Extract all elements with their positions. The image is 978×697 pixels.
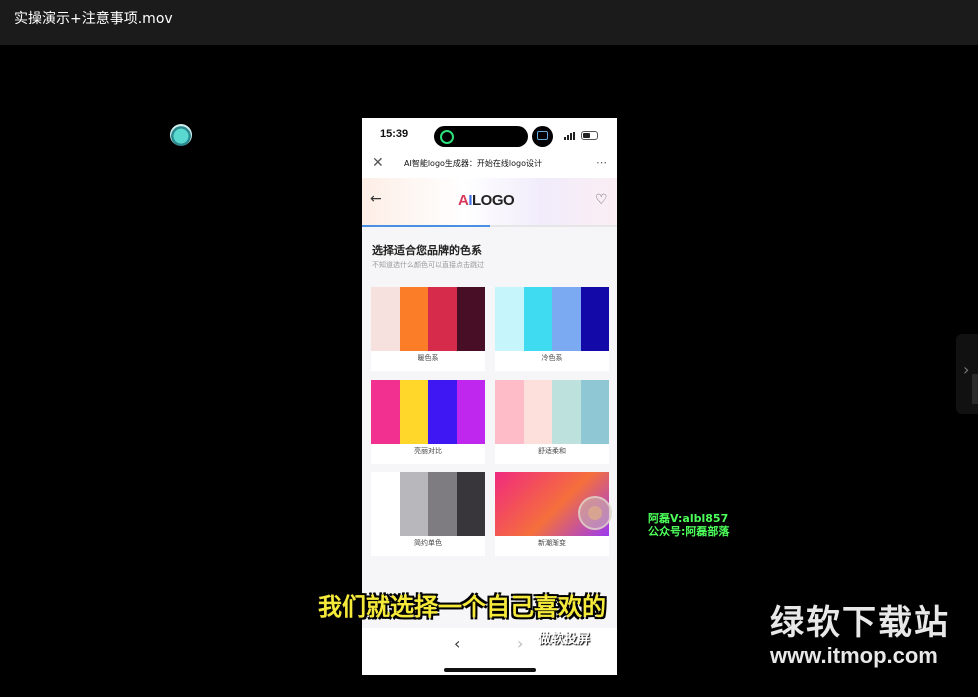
color-swatch (399, 472, 428, 536)
color-swatch (552, 380, 581, 444)
side-panel-toggle[interactable]: › (956, 334, 978, 414)
home-indicator (444, 668, 536, 672)
touch-indicator (578, 496, 612, 530)
section-title: 选择适合您品牌的色系 (372, 244, 482, 257)
player-titlebar: 实操演示+注意事项.mov (0, 0, 978, 45)
color-swatch (371, 472, 400, 536)
page-title: AI智能logo生成器：开始在线logo设计 (404, 159, 543, 168)
video-title: 实操演示+注意事项.mov (14, 11, 173, 27)
palette-swatches (495, 287, 609, 351)
status-time: 15:39 (380, 128, 409, 140)
palette-swatches (371, 380, 485, 444)
palette-label: 舒适柔和 (538, 447, 566, 455)
palette-swatches (371, 472, 485, 536)
color-swatch (428, 472, 457, 536)
color-swatch (371, 380, 400, 444)
subtitle-caption: 我们就选择一个自己喜欢的 (318, 593, 606, 621)
color-swatch (399, 287, 428, 351)
section-subtitle: 不知道选什么颜色可以直接点击跳过 (372, 261, 484, 269)
palette-label: 暖色系 (417, 354, 439, 362)
color-swatch (371, 287, 400, 351)
color-swatch (523, 380, 552, 444)
color-swatch (580, 380, 609, 444)
status-bar: 15:39 (362, 118, 617, 153)
dynamic-island (434, 126, 528, 147)
app-header: ← AILOGO ♡ (362, 178, 617, 226)
app-logo: AILOGO (458, 192, 515, 209)
palette-card-bright[interactable]: 亮丽对比 (371, 380, 485, 464)
palette-card-soft[interactable]: 舒适柔和 (495, 380, 609, 464)
battery-icon (581, 131, 598, 140)
palette-label: 亮丽对比 (414, 447, 442, 455)
color-swatch (495, 287, 524, 351)
close-icon[interactable]: ✕ (372, 155, 384, 171)
color-swatch (456, 472, 485, 536)
chevron-left-icon[interactable]: ‹ (454, 634, 460, 653)
heart-icon[interactable]: ♡ (595, 192, 608, 208)
more-icon[interactable]: ⋯ (596, 156, 607, 169)
color-swatch (456, 287, 485, 351)
color-swatch (495, 380, 524, 444)
step-progress (362, 225, 617, 227)
color-swatch (523, 287, 552, 351)
color-swatch (580, 287, 609, 351)
palette-swatches (371, 287, 485, 351)
palette-card-cool[interactable]: 冷色系 (495, 287, 609, 371)
subtitle-overlay: 做软投屏 (538, 632, 591, 647)
browser-nav: ✕ AI智能logo生成器：开始在线logo设计 ⋯ (362, 153, 617, 178)
watermark: 阿磊V:albl857 公众号:阿磊部落 (648, 512, 730, 538)
palette-label: 冷色系 (541, 354, 563, 362)
palette-label: 简约单色 (414, 539, 442, 547)
screen-mirror-icon (532, 126, 553, 147)
site-url: www.itmop.com (770, 643, 938, 668)
signal-icon (564, 132, 576, 140)
chevron-right-icon: › (963, 360, 970, 379)
site-watermark: 绿软下载站 www.itmop.com (770, 603, 970, 669)
link-icon (440, 130, 454, 144)
color-swatch (552, 287, 581, 351)
palette-card-warm[interactable]: 暖色系 (371, 287, 485, 371)
color-swatch (399, 380, 428, 444)
site-name: 绿软下载站 (770, 603, 950, 643)
palette-swatches (495, 380, 609, 444)
color-swatch (456, 380, 485, 444)
back-arrow-icon[interactable]: ← (370, 191, 382, 207)
chevron-right-icon[interactable]: › (517, 634, 523, 653)
color-swatch (428, 380, 457, 444)
palette-label: 新潮渐变 (538, 539, 566, 547)
avatar (170, 124, 192, 146)
color-swatch (428, 287, 457, 351)
palette-card-mono[interactable]: 简约单色 (371, 472, 485, 556)
